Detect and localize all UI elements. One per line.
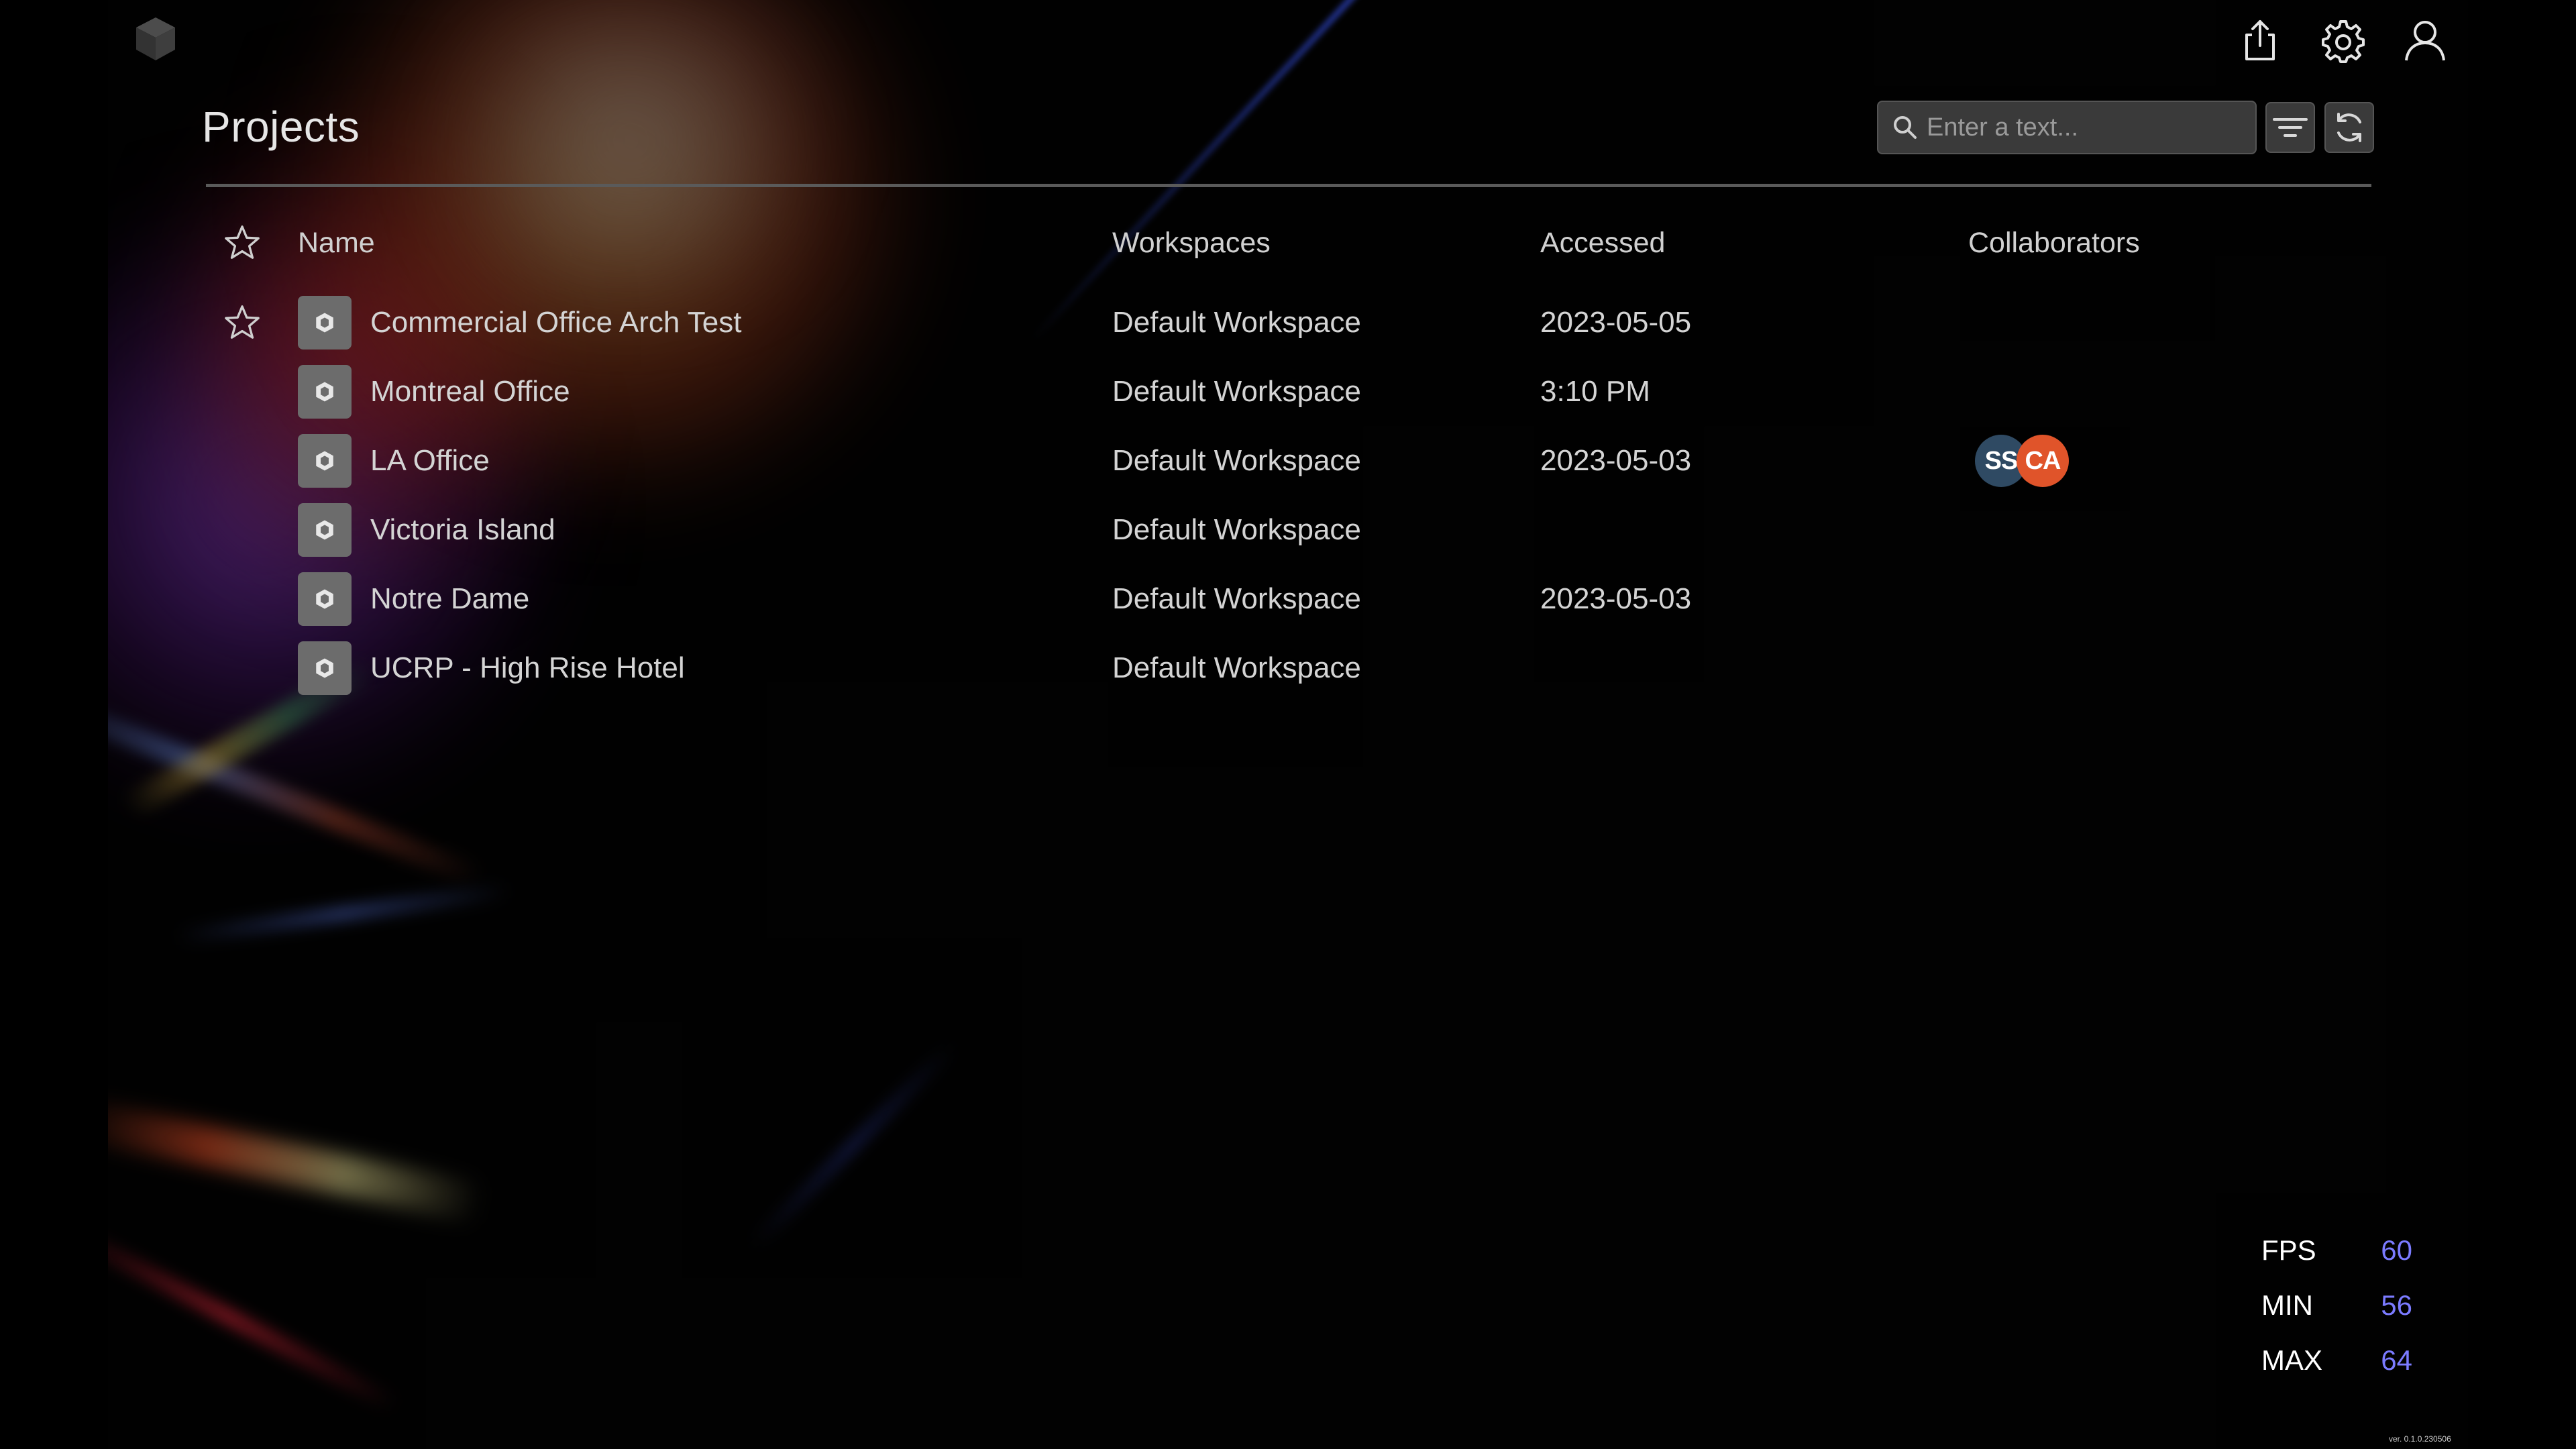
table-row[interactable]: Commercial Office Arch Test Default Work… bbox=[108, 290, 2468, 355]
table-row[interactable]: Victoria Island Default Workspace bbox=[108, 498, 2468, 562]
workspace-name: Default Workspace bbox=[1112, 513, 1361, 546]
min-fps-label: MIN bbox=[2261, 1289, 2313, 1321]
cube-icon bbox=[298, 296, 352, 350]
column-header-name[interactable]: Name bbox=[298, 211, 1036, 275]
accessed-date bbox=[1540, 636, 1943, 700]
project-name[interactable]: Notre Dame bbox=[370, 582, 529, 616]
app-window: Projects Enter a text... Name Workspaces… bbox=[108, 0, 2468, 1449]
column-header-collaborators[interactable]: Collaborators bbox=[1968, 211, 2371, 275]
table-row[interactable]: Montreal Office Default Workspace 3:10 P… bbox=[108, 360, 2468, 424]
min-fps-value: 56 bbox=[2381, 1289, 2412, 1321]
user-icon bbox=[2405, 21, 2445, 61]
cube-logo-icon bbox=[132, 15, 179, 63]
filter-button[interactable] bbox=[2265, 102, 2315, 153]
refresh-icon bbox=[2337, 113, 2361, 142]
favorite-column-header[interactable] bbox=[215, 211, 269, 275]
avatar[interactable]: CA bbox=[2017, 435, 2069, 487]
column-header-workspaces[interactable]: Workspaces bbox=[1112, 211, 1515, 275]
cube-icon bbox=[298, 434, 352, 488]
workspace-name: Default Workspace bbox=[1112, 651, 1361, 684]
cube-icon bbox=[298, 365, 352, 419]
fps-value: 60 bbox=[2381, 1234, 2412, 1266]
workspace-name: Default Workspace bbox=[1112, 306, 1361, 339]
account-button[interactable] bbox=[2398, 13, 2452, 67]
gear-icon bbox=[2322, 20, 2365, 63]
cube-icon bbox=[298, 572, 352, 626]
workspace-name: Default Workspace bbox=[1112, 582, 1361, 615]
project-name[interactable]: UCRP - High Rise Hotel bbox=[370, 651, 685, 685]
star-icon bbox=[225, 225, 260, 259]
page-title: Projects bbox=[202, 103, 360, 151]
max-fps-label: MAX bbox=[2261, 1344, 2323, 1376]
search-icon bbox=[1885, 114, 1925, 141]
fps-label: FPS bbox=[2261, 1234, 2316, 1266]
favorite-toggle[interactable] bbox=[215, 290, 269, 355]
max-fps-value: 64 bbox=[2381, 1344, 2412, 1376]
version-label: ver. 0.1.0.230506 bbox=[2389, 1434, 2451, 1444]
column-header-accessed[interactable]: Accessed bbox=[1540, 211, 1943, 275]
header-divider bbox=[206, 184, 2371, 187]
table-row[interactable]: LA Office Default Workspace 2023-05-03 S… bbox=[108, 429, 2468, 493]
project-name[interactable]: Victoria Island bbox=[370, 513, 555, 547]
accessed-date: 2023-05-03 bbox=[1540, 444, 1692, 477]
table-header: Name Workspaces Accessed Collaborators bbox=[108, 211, 2468, 275]
collaborators-list: SS CA bbox=[1968, 429, 2371, 493]
cube-icon bbox=[298, 641, 352, 695]
accessed-date: 2023-05-05 bbox=[1540, 306, 1692, 339]
cube-icon bbox=[298, 503, 352, 557]
project-name[interactable]: LA Office bbox=[370, 444, 490, 478]
search-box[interactable] bbox=[1877, 101, 2257, 154]
search-input[interactable] bbox=[1925, 112, 2237, 143]
filter-icon bbox=[2273, 118, 2308, 137]
star-icon bbox=[225, 305, 260, 339]
accessed-date: 3:10 PM bbox=[1540, 375, 1650, 408]
accessed-date bbox=[1540, 498, 1943, 562]
share-button[interactable] bbox=[2233, 13, 2287, 67]
table-row[interactable]: Notre Dame Default Workspace 2023-05-03 bbox=[108, 567, 2468, 631]
fps-stats-panel: FPS 60 MIN 56 MAX 64 bbox=[2261, 1220, 2443, 1395]
share-icon bbox=[2245, 20, 2275, 60]
refresh-button[interactable] bbox=[2324, 102, 2374, 153]
accessed-date: 2023-05-03 bbox=[1540, 582, 1692, 615]
project-name[interactable]: Commercial Office Arch Test bbox=[370, 306, 741, 339]
settings-button[interactable] bbox=[2316, 13, 2370, 67]
table-row[interactable]: UCRP - High Rise Hotel Default Workspace bbox=[108, 636, 2468, 700]
project-name[interactable]: Montreal Office bbox=[370, 375, 570, 409]
workspace-name: Default Workspace bbox=[1112, 444, 1361, 477]
workspace-name: Default Workspace bbox=[1112, 375, 1361, 408]
